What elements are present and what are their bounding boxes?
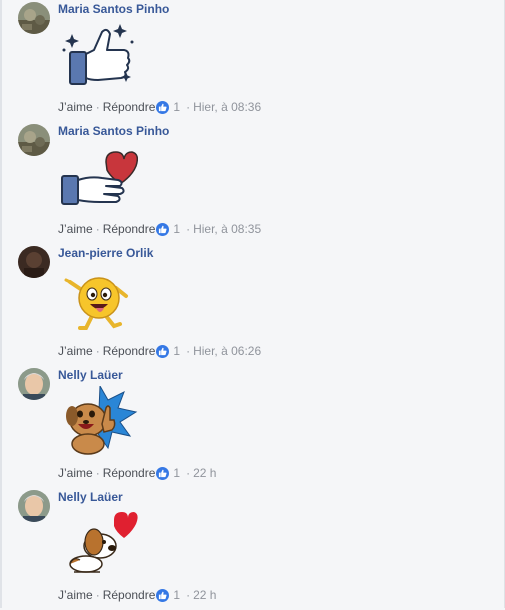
avatar[interactable]	[18, 246, 50, 278]
like-link[interactable]: J’aime	[58, 222, 93, 236]
separator: ·	[186, 344, 191, 358]
reply-link[interactable]: Répondre	[103, 466, 156, 480]
comment-actions: J’aime · Répondre 1 · Hier, à 06:26	[58, 344, 261, 358]
comment-item: Jean-pierre Orlik J’aime · Répondre 1 · …	[0, 244, 505, 366]
author-name[interactable]: Nelly Laüer	[58, 490, 123, 504]
timestamp[interactable]: Hier, à 06:26	[193, 344, 261, 358]
avatar[interactable]	[18, 368, 50, 400]
reply-link[interactable]: Répondre	[103, 588, 156, 602]
comment-item: Maria Santos Pinho J’aime · Répondre 1 ·…	[0, 0, 505, 122]
reaction-count[interactable]: 1	[173, 588, 180, 602]
like-reaction-icon[interactable]	[156, 344, 170, 358]
reaction-count[interactable]: 1	[173, 222, 180, 236]
timestamp[interactable]: 22 h	[193, 588, 216, 602]
separator: ·	[95, 588, 100, 602]
like-reaction-icon[interactable]	[156, 100, 170, 114]
reaction-count[interactable]: 1	[173, 466, 180, 480]
reaction-count[interactable]: 1	[173, 100, 180, 114]
dancing-emoji-icon	[60, 264, 138, 334]
like-reaction-icon[interactable]	[156, 588, 170, 602]
separator: ·	[95, 466, 100, 480]
like-reaction-icon[interactable]	[156, 466, 170, 480]
comment-actions: J’aime · Répondre 1 · Hier, à 08:36	[58, 100, 261, 114]
separator: ·	[95, 100, 100, 114]
author-name[interactable]: Maria Santos Pinho	[58, 124, 169, 138]
reply-link[interactable]: Répondre	[103, 222, 156, 236]
reply-link[interactable]: Répondre	[103, 100, 156, 114]
comment-item: Maria Santos Pinho J’aime · Répondre 1 ·…	[0, 122, 505, 244]
dog-heart-icon	[60, 508, 138, 578]
like-link[interactable]: J’aime	[58, 344, 93, 358]
comment-actions: J’aime · Répondre 1 · 22 h	[58, 466, 216, 480]
comment-actions: J’aime · Répondre 1 · Hier, à 08:35	[58, 222, 261, 236]
like-link[interactable]: J’aime	[58, 466, 93, 480]
separator: ·	[95, 344, 100, 358]
like-reaction-icon[interactable]	[156, 222, 170, 236]
separator: ·	[186, 466, 191, 480]
reaction-count[interactable]: 1	[173, 344, 180, 358]
timestamp[interactable]: Hier, à 08:35	[193, 222, 261, 236]
author-name[interactable]: Jean-pierre Orlik	[58, 246, 153, 260]
avatar[interactable]	[18, 124, 50, 156]
like-link[interactable]: J’aime	[58, 100, 93, 114]
separator: ·	[95, 222, 100, 236]
author-name[interactable]: Maria Santos Pinho	[58, 2, 169, 16]
comment-item: Nelly Laüer J’aime · Répondre 1 · 22 h	[0, 488, 505, 610]
dog-thumbs-up-icon	[60, 384, 138, 456]
timestamp[interactable]: 22 h	[193, 466, 216, 480]
comment-item: Nelly Laüer J’aime · Répondre 1 · 22 h	[0, 366, 505, 488]
separator: ·	[186, 588, 191, 602]
separator: ·	[186, 100, 191, 114]
timestamp[interactable]: Hier, à 08:36	[193, 100, 261, 114]
author-name[interactable]: Nelly Laüer	[58, 368, 123, 382]
separator: ·	[186, 222, 191, 236]
thumbs-up-sparkle-icon	[60, 20, 138, 90]
hand-heart-icon	[60, 142, 139, 212]
avatar[interactable]	[18, 2, 50, 34]
like-link[interactable]: J’aime	[58, 588, 93, 602]
reply-link[interactable]: Répondre	[103, 344, 156, 358]
comment-actions: J’aime · Répondre 1 · 22 h	[58, 588, 216, 602]
avatar[interactable]	[18, 490, 50, 522]
